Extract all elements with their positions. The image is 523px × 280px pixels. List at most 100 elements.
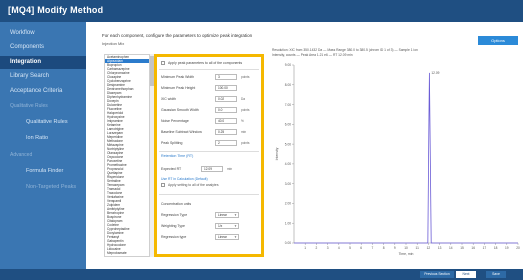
regression-type-2-select[interactable]: Linear ▼: [215, 234, 239, 240]
select-row: Weighting Type 1/x ▼: [157, 222, 261, 230]
x-tick-label: 8: [383, 246, 385, 250]
component-list[interactable]: Acetaminophen Alprazolam Bupropion Carbamaz…: [104, 54, 150, 257]
param-label: Baseline Subtract Window: [161, 130, 202, 134]
sidebar-item-integration[interactable]: Integration: [0, 56, 86, 69]
x-tick-label: 14: [449, 246, 453, 250]
select-label: Regression type: [161, 235, 187, 239]
x-tick-label: 17: [483, 246, 487, 250]
rt-section-heading: Retention Time (RT): [161, 154, 194, 158]
y-tick-label: 2.00: [285, 202, 291, 206]
sidebar-item-acceptance-criteria[interactable]: Acceptance Criteria: [0, 85, 86, 98]
select-row: Regression Type Linear ▼: [157, 211, 261, 219]
param-row: XIC width 0.02 Da: [157, 95, 261, 103]
x-axis-label: Time, min: [399, 252, 414, 256]
x-tick-label: 9: [394, 246, 396, 250]
chromatogram-line: [294, 72, 518, 244]
sidebar-item-qualitative-rules[interactable]: Qualitative Rules: [0, 116, 86, 129]
x-tick-label: 15: [460, 246, 464, 250]
x-tick-label: 12: [427, 246, 431, 250]
select-label: Regression Type: [161, 213, 188, 217]
param-label: Noise Percentage: [161, 119, 189, 123]
param-label: Minimum Peak Width: [161, 75, 195, 79]
x-tick-label: 2: [316, 246, 318, 250]
param-label: Peak Splitting: [161, 141, 183, 145]
sidebar-item-ion-ratio[interactable]: Ion Ratio: [0, 132, 86, 145]
x-tick-label: 3: [327, 246, 329, 250]
y-tick-label: 8.00: [285, 83, 291, 87]
sidebar-item-non-targeted-peaks[interactable]: Non-Targeted Peaks: [0, 181, 86, 194]
param-row: Peak Splitting 2 points: [157, 139, 261, 147]
param-unit: points: [241, 141, 250, 145]
x-tick-label: 18: [494, 246, 498, 250]
gaussian-smooth-input[interactable]: 0.0: [215, 107, 237, 113]
select-value: 1/x: [218, 224, 223, 228]
y-tick-label: 4.00: [285, 162, 291, 166]
x-tick-label: 19: [505, 246, 509, 250]
x-tick-label: 6: [360, 246, 362, 250]
apply-all-row: Apply peak parameters to all of the comp…: [157, 59, 261, 67]
apply-all-label: Apply peak parameters to all of the comp…: [168, 61, 243, 65]
param-unit: Da: [241, 97, 246, 101]
sidebar-item-qualitative-rules-header: Qualitative Rules: [10, 103, 48, 109]
previous-section-button[interactable]: Previous Section: [420, 271, 454, 278]
concentration-row: Concentration units: [157, 200, 261, 208]
param-row: Minimum Peak Width 3 points: [157, 73, 261, 81]
param-row: Gaussian Smooth Width 0.0 points: [157, 106, 261, 114]
apply-all-checkbox[interactable]: [161, 61, 165, 65]
select-value: Linear: [218, 213, 227, 217]
peak-label: 12.09: [431, 71, 439, 75]
sidebar-item-workflow[interactable]: Workflow: [0, 27, 86, 40]
component-list-item[interactable]: Meprobamate: [105, 251, 149, 255]
expected-rt-unit: min: [227, 167, 233, 171]
save-button[interactable]: Save: [486, 271, 506, 278]
x-tick-label: 7: [372, 246, 374, 250]
x-tick-label: 10: [404, 246, 408, 250]
y-tick-label: 5.00: [285, 142, 291, 146]
expected-rt-label: Expected RT: [161, 167, 182, 171]
param-row: Baseline Subtract Window 0.25 min: [157, 128, 261, 136]
param-unit: points: [241, 75, 250, 79]
x-tick-label: 16: [471, 246, 475, 250]
sample-label: Injection Mix: [102, 41, 125, 46]
integration-parameters-panel: Apply peak parameters to all of the comp…: [154, 54, 264, 257]
xic-width-input[interactable]: 0.02: [215, 96, 237, 102]
sidebar-item-components[interactable]: Components: [0, 41, 86, 54]
param-row: Minimum Peak Height 100.00: [157, 84, 261, 92]
sidebar-item-formula-finder[interactable]: Formula Finder: [0, 165, 86, 178]
concentration-label: Concentration units: [161, 202, 192, 206]
peak-splitting-input[interactable]: 2: [215, 140, 237, 146]
next-button[interactable]: Next: [456, 271, 476, 278]
apply-rt-checkbox[interactable]: [161, 183, 165, 187]
y-tick-label: 6.00: [285, 123, 291, 127]
param-unit: points: [241, 108, 250, 112]
min-peak-height-input[interactable]: 100.00: [215, 85, 237, 91]
weighting-type-select[interactable]: 1/x ▼: [215, 223, 239, 229]
x-tick-label: 13: [438, 246, 442, 250]
chromatogram-chart[interactable]: 0.00 1.00 2.00 3.00 4.00 5.00 6.00 7.00 8.00 9.00…: [272, 57, 522, 257]
y-tick-label: 3.00: [285, 182, 291, 186]
chevron-down-icon: ▼: [234, 213, 237, 217]
param-label: Gaussian Smooth Width: [161, 108, 199, 112]
y-tick-label: 7.00: [285, 103, 291, 107]
regression-type-select[interactable]: Linear ▼: [215, 212, 239, 218]
options-button[interactable]: Options: [478, 36, 518, 45]
apply-rt-label: Apply setting to all of the analytes: [168, 183, 219, 187]
expected-rt-input[interactable]: 12.09: [201, 166, 223, 172]
use-rt-label: Use RT in Calculation (Default): [161, 177, 208, 181]
chevron-down-icon: ▼: [234, 224, 237, 228]
y-tick-label: 0.00: [285, 241, 291, 245]
divider: [159, 151, 259, 152]
sidebar-item-library-search[interactable]: Library Search: [0, 70, 86, 83]
x-tick-label: 20: [516, 246, 520, 250]
param-label: Minimum Peak Height: [161, 86, 196, 90]
select-value: Linear: [218, 235, 227, 239]
min-peak-width-input[interactable]: 3: [215, 74, 237, 80]
x-tick-label: 4: [338, 246, 340, 250]
param-unit: min: [241, 130, 247, 134]
noise-percentage-input[interactable]: 40.0: [215, 118, 237, 124]
baseline-subtract-input[interactable]: 0.25: [215, 129, 237, 135]
param-unit: %: [241, 119, 244, 123]
y-tick-label: 1.00: [285, 221, 291, 225]
sidebar: Workflow Components Integration Library …: [0, 22, 86, 269]
chevron-down-icon: ▼: [234, 235, 237, 239]
